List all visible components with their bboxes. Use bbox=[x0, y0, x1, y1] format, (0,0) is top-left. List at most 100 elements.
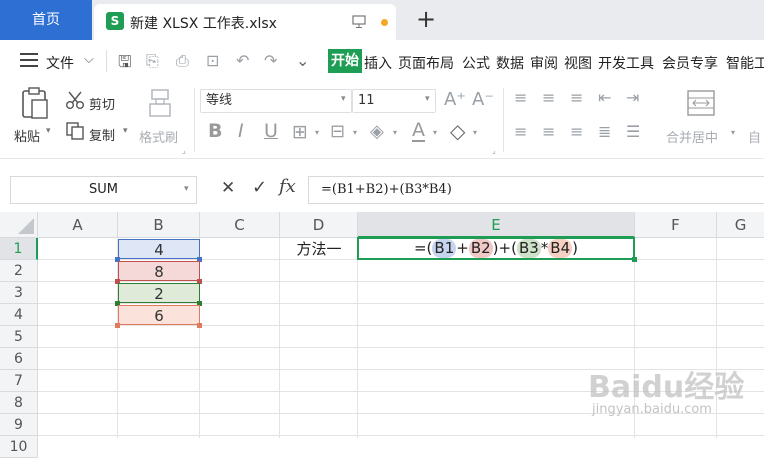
menu-insert[interactable]: 插入 bbox=[364, 53, 392, 73]
tab-document[interactable]: S 新建 XLSX 工作表.xlsx bbox=[94, 4, 396, 40]
paste-icon[interactable] bbox=[20, 86, 50, 120]
chevron-down-icon[interactable]: ▾ bbox=[315, 128, 319, 137]
font-color-icon[interactable]: A bbox=[412, 120, 425, 142]
chevron-down-icon[interactable]: ⌵ bbox=[84, 52, 94, 67]
decrease-font-icon[interactable]: A⁻ bbox=[472, 89, 494, 110]
fill-color-icon[interactable]: ◈ bbox=[370, 121, 384, 142]
merge-center-icon[interactable] bbox=[687, 90, 715, 116]
cell-b1[interactable]: 4 bbox=[118, 239, 200, 259]
underline-icon[interactable]: U bbox=[264, 120, 278, 142]
print-icon[interactable]: ⎙ bbox=[176, 51, 189, 71]
menu-developer[interactable]: 开发工具 bbox=[598, 53, 654, 73]
bold-icon[interactable]: B bbox=[208, 120, 222, 142]
eraser-icon[interactable]: ◇ bbox=[450, 119, 465, 143]
menu-formulas[interactable]: 公式 bbox=[462, 53, 490, 73]
cancel-icon[interactable]: ✕ bbox=[221, 178, 235, 198]
name-box[interactable]: SUM bbox=[10, 176, 197, 204]
hamburger-icon[interactable] bbox=[20, 53, 38, 67]
align-right-icon[interactable]: ≡ bbox=[570, 122, 583, 141]
save-icon[interactable]: 🖫 bbox=[118, 51, 132, 78]
row-header-1[interactable]: 1 bbox=[0, 238, 38, 260]
cut-button[interactable]: 剪切 bbox=[89, 94, 115, 113]
confirm-icon[interactable]: ✓ bbox=[252, 177, 267, 198]
chevron-down-icon[interactable]: ▾ bbox=[425, 94, 430, 104]
menu-view[interactable]: 视图 bbox=[564, 53, 592, 73]
column-header-g[interactable]: G bbox=[717, 212, 764, 238]
copy-dropdown-icon[interactable]: ▾ bbox=[123, 126, 128, 136]
redo-icon[interactable]: ↷ bbox=[264, 51, 277, 70]
increase-font-icon[interactable]: A⁺ bbox=[444, 89, 466, 110]
font-size-select[interactable]: 11 bbox=[352, 89, 436, 113]
align-bottom-icon[interactable]: ≡ bbox=[570, 88, 583, 107]
format-painter-button[interactable]: 格式刷 bbox=[139, 127, 178, 146]
chevron-down-icon[interactable]: ▾ bbox=[393, 128, 397, 137]
distributed-icon[interactable]: ☰ bbox=[626, 122, 640, 141]
formula-input[interactable]: =(B1+B2)+(B3*B4) bbox=[308, 176, 764, 204]
undo-icon[interactable]: ↶ bbox=[236, 51, 249, 70]
row-header-8[interactable]: 8 bbox=[0, 392, 38, 414]
column-header-a[interactable]: A bbox=[38, 212, 118, 238]
indent-increase-icon[interactable]: ⇥ bbox=[626, 88, 639, 107]
column-header-b[interactable]: B bbox=[118, 212, 200, 238]
cell-b4[interactable]: 6 bbox=[118, 305, 200, 325]
cell-e1-active[interactable]: =(B1 + B2)+(B3 * B4) bbox=[357, 237, 635, 260]
menu-data[interactable]: 数据 bbox=[496, 53, 524, 73]
paste-button[interactable]: 粘贴 bbox=[14, 126, 40, 145]
align-center-icon[interactable]: ≡ bbox=[542, 122, 555, 141]
row-header-4[interactable]: 4 bbox=[0, 304, 38, 326]
column-header-e[interactable]: E bbox=[358, 212, 635, 238]
cell-b3[interactable]: 2 bbox=[118, 283, 200, 303]
ref-b1: B1 bbox=[432, 239, 457, 258]
formula-text: )+( bbox=[492, 239, 517, 257]
chevron-down-icon[interactable]: ▾ bbox=[433, 128, 437, 137]
paste-dropdown-icon[interactable]: ▾ bbox=[46, 126, 51, 136]
row-header-5[interactable]: 5 bbox=[0, 326, 38, 348]
fx-icon[interactable]: fx bbox=[279, 176, 296, 197]
new-tab-button[interactable]: + bbox=[416, 6, 436, 32]
export-icon[interactable]: ⎘ bbox=[146, 51, 159, 71]
spreadsheet-icon: S bbox=[106, 12, 124, 30]
copy-button[interactable]: 复制 bbox=[89, 125, 115, 144]
indent-decrease-icon[interactable]: ⇤ bbox=[598, 88, 611, 107]
cell-style-icon[interactable]: ⊟ bbox=[330, 121, 345, 142]
borders-icon[interactable]: ⊞ bbox=[292, 121, 308, 143]
align-top-icon[interactable]: ≡ bbox=[514, 88, 527, 107]
tab-home[interactable]: 首页 bbox=[0, 0, 92, 40]
row-header-2[interactable]: 2 bbox=[0, 260, 38, 282]
row-header-9[interactable]: 9 bbox=[0, 414, 38, 436]
menu-page-layout[interactable]: 页面布局 bbox=[398, 53, 454, 73]
row-header-7[interactable]: 7 bbox=[0, 370, 38, 392]
cell-d1[interactable]: 方法一 bbox=[280, 238, 358, 259]
auto-wrap-button[interactable]: 自 bbox=[748, 127, 761, 146]
font-name-select[interactable]: 等线 bbox=[200, 89, 352, 113]
column-header-c[interactable]: C bbox=[200, 212, 280, 238]
chevron-down-icon[interactable]: ▾ bbox=[341, 94, 346, 104]
more-icon[interactable]: ⌄ bbox=[296, 51, 309, 70]
chevron-down-icon[interactable]: ▾ bbox=[184, 184, 189, 194]
chevron-down-icon[interactable]: ▾ bbox=[473, 128, 477, 137]
cell-b2[interactable]: 8 bbox=[118, 261, 200, 281]
menu-member[interactable]: 会员专享 bbox=[662, 53, 718, 73]
align-left-icon[interactable]: ≡ bbox=[514, 122, 527, 141]
italic-icon[interactable]: I bbox=[238, 120, 244, 142]
menu-file[interactable]: 文件 bbox=[46, 53, 74, 73]
print-preview-icon[interactable]: ⊡ bbox=[206, 51, 219, 70]
chevron-down-icon[interactable]: ▾ bbox=[353, 128, 357, 137]
fill-handle[interactable] bbox=[632, 257, 637, 262]
menu-smart-tools[interactable]: 智能工 bbox=[726, 53, 764, 73]
row-header-6[interactable]: 6 bbox=[0, 348, 38, 370]
align-middle-icon[interactable]: ≡ bbox=[542, 88, 555, 107]
row-header-3[interactable]: 3 bbox=[0, 282, 38, 304]
menu-review[interactable]: 审阅 bbox=[530, 53, 558, 73]
font-size-value: 11 bbox=[358, 93, 375, 108]
row-header-10[interactable]: 10 bbox=[0, 436, 38, 458]
column-header-d[interactable]: D bbox=[280, 212, 358, 238]
monitor-icon[interactable] bbox=[352, 15, 366, 29]
column-header-f[interactable]: F bbox=[635, 212, 717, 238]
menu-home[interactable]: 开始 bbox=[328, 49, 362, 73]
justify-icon[interactable]: ≣ bbox=[598, 122, 611, 141]
spreadsheet-grid[interactable]: A B C D E F G 1 2 3 4 5 6 7 8 9 10 4 8 2… bbox=[0, 212, 764, 458]
merge-center-button[interactable]: 合并居中 bbox=[666, 127, 718, 146]
select-all-corner[interactable] bbox=[0, 212, 38, 238]
chevron-down-icon[interactable]: ▾ bbox=[731, 128, 735, 137]
